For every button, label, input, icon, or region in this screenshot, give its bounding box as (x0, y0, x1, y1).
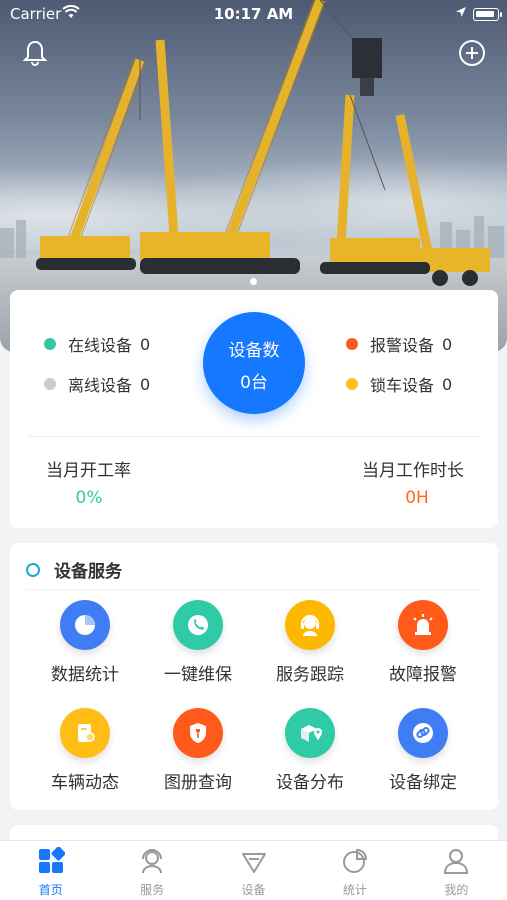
alarm-count: 0 (442, 334, 453, 354)
service-device-binding[interactable]: 设备绑定 (368, 708, 478, 793)
online-label: 在线设备 (68, 336, 133, 355)
offline-label: 离线设备 (68, 376, 133, 395)
device-count-circle[interactable]: 设备数 0台 (203, 312, 305, 414)
device-services-card: 设备服务 数据统计 一键维保 服务跟踪 故障报警 车辆动态 图册查询 设备分布 … (10, 543, 498, 810)
carousel-dots (0, 270, 507, 289)
alarm-label: 报警设备 (370, 336, 435, 355)
service-label: 设备分布 (276, 773, 344, 793)
service-fault-alarm[interactable]: 故障报警 (368, 600, 478, 685)
service-label: 故障报警 (389, 665, 457, 685)
tab-statistics[interactable]: 统计 (304, 841, 405, 900)
locked-dot (346, 378, 358, 390)
month-hours-value: 0H (405, 488, 429, 508)
device-stats-card: 在线设备 0 离线设备 0 设备数 0台 报警设备 0 锁车设备 0 当月开工率… (10, 290, 498, 528)
locked-devices[interactable]: 锁车设备 0 (346, 372, 452, 396)
tab-label: 首页 (38, 883, 63, 897)
bottom-tab-bar: 首页 服务 设备 统计 我的 (0, 840, 507, 900)
alarm-devices[interactable]: 报警设备 0 (346, 332, 452, 356)
tab-label: 我的 (444, 883, 469, 897)
offline-devices[interactable]: 离线设备 0 (44, 372, 150, 396)
service-tracking[interactable]: 服务跟踪 (255, 600, 365, 685)
status-time: 10:17 AM (213, 5, 294, 23)
online-count: 0 (140, 334, 151, 354)
add-icon[interactable] (457, 38, 487, 68)
online-devices[interactable]: 在线设备 0 (44, 332, 150, 356)
locked-label: 锁车设备 (370, 376, 435, 395)
service-one-click-maintenance[interactable]: 一键维保 (143, 600, 253, 685)
location-arrow-icon (456, 7, 466, 17)
service-label: 图册查询 (164, 773, 232, 793)
alarm-dot (346, 338, 358, 350)
phone-icon (173, 600, 223, 650)
service-label: 服务跟踪 (276, 665, 344, 685)
stats-divider (28, 436, 480, 437)
section-title: 设备服务 (54, 562, 122, 582)
tab-label: 服务 (140, 883, 165, 897)
status-bar: Carrier 10:17 AM (0, 0, 507, 28)
service-vehicle-dynamics[interactable]: 车辆动态 (30, 708, 140, 793)
online-dot (44, 338, 56, 350)
service-label: 数据统计 (51, 665, 119, 685)
tab-device[interactable]: 设备 (203, 841, 304, 900)
locked-count: 0 (442, 374, 453, 394)
bell-icon[interactable] (20, 38, 50, 68)
alarm-light-icon (398, 600, 448, 650)
offline-count: 0 (140, 374, 151, 394)
tab-service[interactable]: 服务 (101, 841, 202, 900)
battery-icon (473, 8, 502, 21)
month-rate-label: 当月开工率 (46, 461, 131, 481)
section-header: 设备服务 (26, 557, 122, 582)
tab-label: 统计 (342, 883, 367, 897)
service-person-icon (142, 849, 163, 874)
user-icon (444, 849, 469, 874)
section-divider (26, 589, 482, 590)
month-rate-value: 0% (75, 488, 103, 508)
map-cube-icon (285, 708, 335, 758)
device-icon (241, 853, 266, 873)
home-grid-icon (38, 846, 66, 873)
link-icon (398, 708, 448, 758)
month-hours-label: 当月工作时长 (362, 461, 464, 481)
tab-label: 设备 (241, 883, 266, 897)
tab-home[interactable]: 首页 (0, 841, 101, 900)
vehicle-doc-icon (60, 708, 110, 758)
shield-wrench-icon (173, 708, 223, 758)
device-count-value: 0台 (240, 373, 268, 393)
tab-profile[interactable]: 我的 (406, 841, 507, 900)
carousel-dot (250, 278, 257, 285)
service-atlas-query[interactable]: 图册查询 (143, 708, 253, 793)
service-data-stats[interactable]: 数据统计 (30, 600, 140, 685)
headset-icon (285, 600, 335, 650)
offline-dot (44, 378, 56, 390)
section-ring-icon (26, 562, 40, 577)
service-label: 一键维保 (164, 665, 232, 685)
device-count-title: 设备数 (228, 341, 280, 361)
service-device-distribution[interactable]: 设备分布 (255, 708, 365, 793)
pie-chart-icon (60, 600, 110, 650)
pie-chart-icon (342, 848, 367, 873)
service-label: 车辆动态 (51, 773, 119, 793)
service-label: 设备绑定 (389, 773, 457, 793)
